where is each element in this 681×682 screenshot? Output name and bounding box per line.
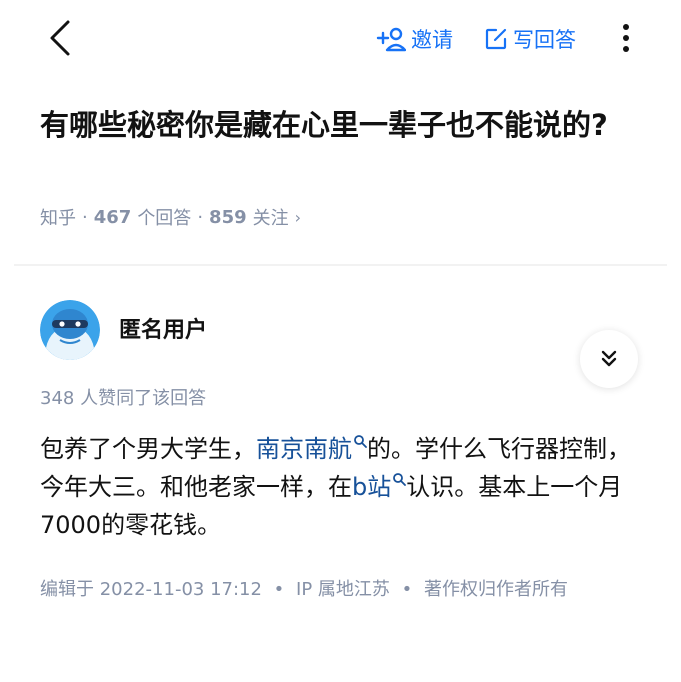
search-link-label: b站 — [352, 473, 392, 501]
edit-icon — [485, 28, 507, 50]
divider — [14, 264, 667, 266]
question-title[interactable]: 有哪些秘密你是藏在心里一辈子也不能说的? — [40, 104, 640, 146]
ip-location: IP 属地江苏 — [296, 579, 390, 600]
edited-label: 编辑于 — [40, 579, 94, 600]
separator-dot: • — [273, 579, 285, 600]
invite-button[interactable]: 邀请 — [376, 22, 453, 56]
separator-dot: · — [197, 206, 204, 228]
follow-suffix: 关注 — [252, 208, 289, 229]
avatar-icon[interactable] — [40, 300, 100, 360]
answers-suffix: 个回答 — [137, 208, 192, 229]
copyright-text: 著作权归作者所有 — [424, 579, 569, 600]
answer-footer: 编辑于 2022-11-03 17:12 • IP 属地江苏 • 著作权归作者所… — [40, 575, 568, 601]
search-link[interactable]: 南京南航 — [256, 435, 367, 463]
votes-text: 348 人赞同了该回答 — [40, 388, 207, 409]
search-icon — [393, 473, 407, 486]
add-person-icon — [376, 27, 406, 52]
answer-content[interactable]: 包养了个男大学生，南京南航 的。学什么飞行器控制，今年大三。和他老家一样，在b站认… — [40, 430, 640, 544]
write-answer-label: 写回答 — [513, 28, 576, 52]
search-icon — [354, 435, 367, 448]
content-text: 包养了个男大学生， — [40, 435, 256, 463]
collapse-button[interactable] — [580, 330, 638, 388]
separator-dot: • — [401, 579, 413, 600]
source-label: 知乎 — [40, 208, 76, 229]
double-chevron-down-icon — [601, 350, 617, 367]
separator-dot: · — [82, 206, 88, 228]
back-arrow-icon[interactable] — [42, 18, 82, 58]
invite-label: 邀请 — [411, 28, 453, 52]
top-bar: 邀请 写回答 — [0, 0, 681, 80]
search-link-label: 南京南航 — [256, 435, 352, 463]
answers-count: 467 — [93, 206, 132, 228]
chevron-right-icon: › — [294, 207, 302, 227]
author-name[interactable]: 匿名用户 — [119, 312, 207, 344]
write-answer-button[interactable]: 写回答 — [484, 22, 576, 56]
follow-count: 859 — [209, 206, 247, 228]
edited-time: 2022-11-03 17:12 — [99, 579, 262, 600]
search-link[interactable]: b站 — [352, 473, 407, 501]
question-meta[interactable]: 知乎 · 467 个回答 · 859 关注 › — [40, 204, 301, 230]
more-vertical-icon[interactable] — [612, 20, 640, 56]
